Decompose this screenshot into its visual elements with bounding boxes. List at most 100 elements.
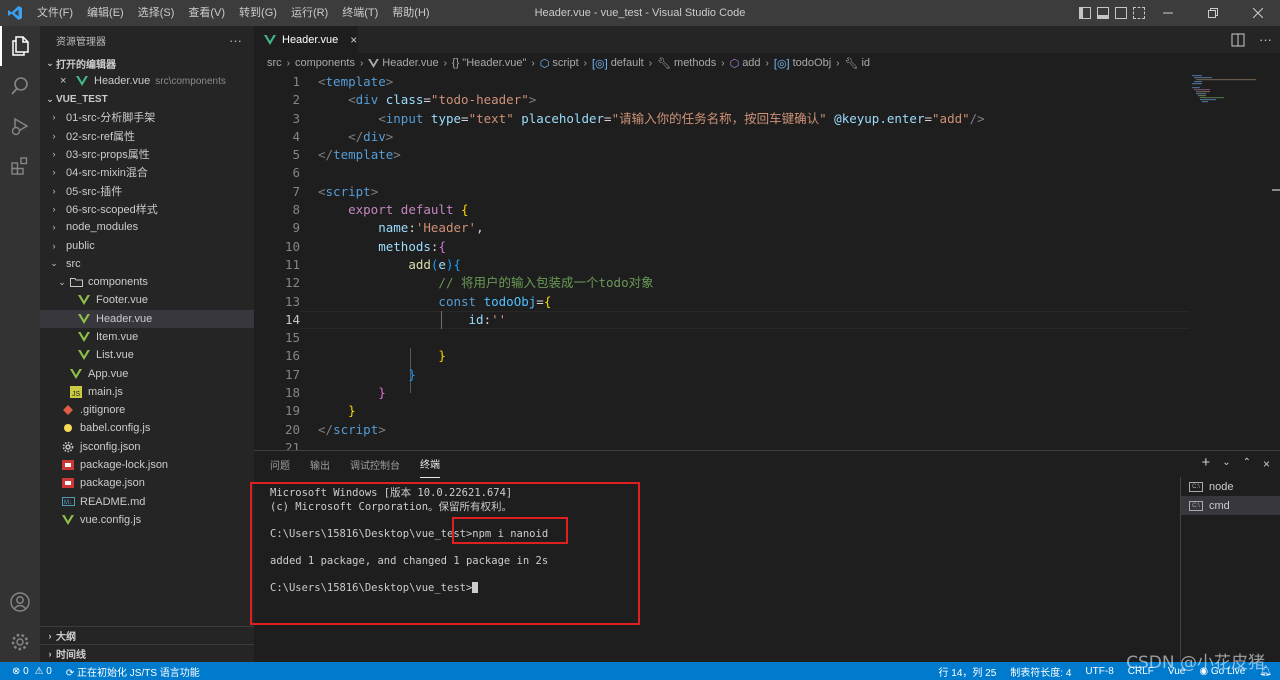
tab-size[interactable]: 制表符长度: 4: [1010, 664, 1071, 679]
code-line: id:'': [468, 311, 507, 327]
close-panel-icon[interactable]: ×: [1263, 457, 1270, 471]
tree-item[interactable]: › public: [40, 236, 254, 254]
chevron-right-icon: ›: [52, 203, 56, 214]
tree-item[interactable]: package.json: [40, 474, 254, 492]
tree-item[interactable]: babel.config.js: [40, 419, 254, 437]
tab-output[interactable]: 输出: [310, 451, 330, 478]
tree-item[interactable]: jsconfig.json: [40, 438, 254, 456]
activity-bar-bottom: [0, 582, 40, 662]
tree-item[interactable]: .gitignore: [40, 401, 254, 419]
open-editors-section[interactable]: ⌄ 打开的编辑器: [40, 54, 254, 72]
project-section[interactable]: ⌄ VUE_TEST: [40, 90, 254, 108]
tree-item[interactable]: › 06-src-scoped样式: [40, 200, 254, 218]
more-actions-icon[interactable]: ···: [1259, 32, 1272, 47]
new-terminal-plus-icon[interactable]: +: [1201, 455, 1210, 471]
status-left: ⊗ 0 ⚠ 0 ⟳ 正在初始化 JS/TS 语言功能: [0, 664, 200, 679]
tab-debug-console[interactable]: 调试控制台: [350, 451, 400, 478]
code-content: <template> <div class="todo-header"> <in…: [318, 73, 1198, 450]
tab-close-icon[interactable]: ×: [350, 33, 357, 47]
vue-file-icon: [76, 332, 92, 342]
editor-tab-header-vue[interactable]: Header.vue ×: [254, 26, 358, 53]
tree-item[interactable]: › 04-src-mixin混合: [40, 163, 254, 181]
open-editors-label: 打开的编辑器: [56, 59, 116, 71]
minimize-button[interactable]: [1145, 0, 1190, 26]
tree-item[interactable]: ⌄ src: [40, 255, 254, 273]
toggle-panel-icon[interactable]: [1097, 7, 1109, 19]
panel-tabs: 问题 输出 调试控制台 终端: [254, 450, 460, 478]
tree-item[interactable]: Footer.vue: [40, 291, 254, 309]
chevron-down-icon[interactable]: ⌄: [1222, 457, 1230, 471]
outline-section[interactable]: › 大纲: [40, 626, 254, 644]
error-count: 0: [23, 665, 29, 677]
customize-layout-icon[interactable]: [1133, 7, 1145, 19]
code-line: }: [438, 348, 446, 364]
tree-item[interactable]: › 02-src-ref属性: [40, 127, 254, 145]
manage-gear-icon[interactable]: [0, 622, 40, 662]
breadcrumb-todoobj[interactable]: todoObj: [793, 57, 832, 69]
tree-item[interactable]: List.vue: [40, 346, 254, 364]
menu-run[interactable]: 运行(R): [284, 0, 335, 26]
tree-item[interactable]: M↓ README.md: [40, 493, 254, 511]
editor-actions: ···: [1231, 26, 1272, 53]
split-editor-icon[interactable]: [1231, 33, 1245, 47]
menu-go[interactable]: 转到(G): [232, 0, 284, 26]
tree-item[interactable]: vue.config.js: [40, 511, 254, 529]
run-debug-icon[interactable]: [0, 106, 40, 146]
breadcrumb-script[interactable]: script: [552, 57, 578, 69]
language-status[interactable]: ⟳ 正在初始化 JS/TS 语言功能: [66, 664, 200, 679]
tree-item[interactable]: JS main.js: [40, 383, 254, 401]
terminal-item-node[interactable]: C:\ node: [1181, 477, 1280, 496]
close-window-button[interactable]: [1235, 0, 1280, 26]
maximize-panel-chevron-up-icon[interactable]: ⌃: [1243, 457, 1251, 471]
toggle-secondary-sidebar-icon[interactable]: [1115, 7, 1127, 19]
search-icon[interactable]: [0, 66, 40, 106]
symbol-variable-icon: [◎]: [591, 57, 608, 70]
tab-problems[interactable]: 问题: [270, 451, 290, 478]
minimap[interactable]: [1190, 73, 1270, 133]
tree-item[interactable]: Item.vue: [40, 328, 254, 346]
timeline-section[interactable]: › 时间线: [40, 644, 254, 662]
toggle-sidebar-icon[interactable]: [1079, 7, 1091, 19]
tree-item[interactable]: App.vue: [40, 364, 254, 382]
encoding[interactable]: UTF-8: [1085, 666, 1113, 677]
menu-selection[interactable]: 选择(S): [131, 0, 182, 26]
tree-item[interactable]: › node_modules: [40, 218, 254, 236]
tree-item[interactable]: ⌄ components: [40, 273, 254, 291]
accounts-icon[interactable]: [0, 582, 40, 622]
explorer-more-icon[interactable]: ···: [229, 33, 242, 48]
breadcrumb-id[interactable]: id: [861, 57, 870, 69]
open-editor-item[interactable]: × Header.vue src\components: [40, 72, 254, 90]
extensions-icon[interactable]: [0, 146, 40, 186]
tree-item[interactable]: › 05-src-插件: [40, 181, 254, 199]
tree-item[interactable]: › 01-src-分析脚手架: [40, 108, 254, 126]
menu-view[interactable]: 查看(V): [181, 0, 232, 26]
explorer-icon[interactable]: [0, 26, 40, 66]
chevron-down-icon: ⌄: [46, 57, 54, 68]
code-line: <input type="text" placeholder="请输入你的任务名…: [378, 110, 985, 126]
menu-edit[interactable]: 编辑(E): [80, 0, 131, 26]
menu-terminal[interactable]: 终端(T): [335, 0, 385, 26]
open-editor-name: Header.vue: [94, 75, 151, 88]
terminal-item-cmd[interactable]: C:\ cmd: [1181, 496, 1280, 515]
code-line: </script>: [318, 421, 386, 437]
breadcrumb-add[interactable]: add: [742, 57, 760, 69]
breadcrumb-module[interactable]: {} "Header.vue": [452, 57, 526, 69]
close-icon[interactable]: ×: [60, 75, 74, 87]
restore-button[interactable]: [1190, 0, 1235, 26]
breadcrumb-src[interactable]: src: [267, 57, 282, 69]
explorer-header: 资源管理器 ···: [40, 26, 254, 54]
breadcrumb-file[interactable]: Header.vue: [382, 57, 438, 69]
breadcrumb-default[interactable]: default: [611, 57, 644, 69]
breadcrumb-components[interactable]: components: [295, 57, 355, 69]
cursor-position[interactable]: 行 14，列 25: [938, 664, 996, 679]
line-number: 16: [284, 348, 300, 364]
tree-item[interactable]: package-lock.json: [40, 456, 254, 474]
tab-terminal[interactable]: 终端: [420, 450, 440, 478]
tree-item[interactable]: Header.vue: [40, 309, 254, 328]
problems-status[interactable]: ⊗ 0 ⚠ 0: [12, 666, 52, 677]
breadcrumb-methods[interactable]: methods: [674, 57, 716, 69]
code-editor[interactable]: 1 2 3 4 5 6 7 8 9 10 11 12 13 14 15 16 17 18 19 20 21 <templ…: [254, 73, 1280, 450]
menu-help[interactable]: 帮助(H): [385, 0, 436, 26]
tree-item[interactable]: › 03-src-props属性: [40, 145, 254, 163]
menu-file[interactable]: 文件(F): [30, 0, 80, 26]
